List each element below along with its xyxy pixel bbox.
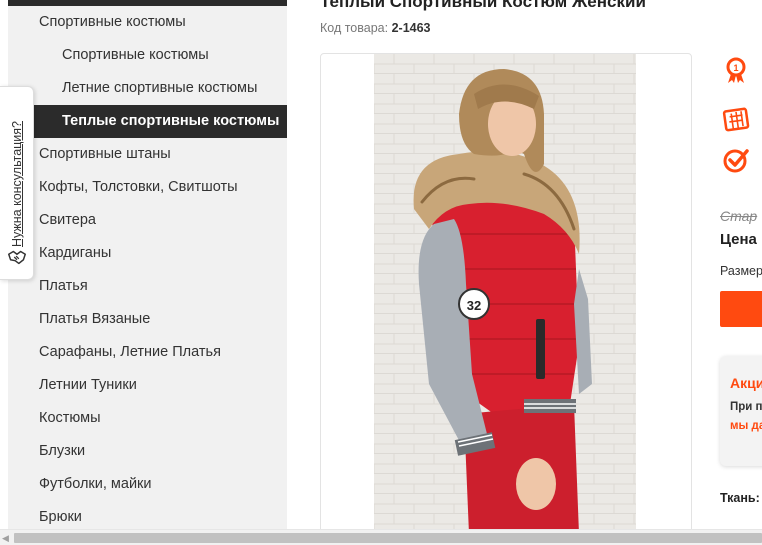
consultation-tab[interactable]: Нужна консультация? <box>0 86 34 280</box>
old-price: Стар <box>720 208 758 224</box>
promo-box: Акци При п мы да <box>720 356 762 466</box>
sidebar-item[interactable]: Летнии Туники <box>8 369 287 402</box>
sidebar-item[interactable]: Футболки, майки <box>8 468 287 501</box>
sku-value: 2-1463 <box>391 21 431 35</box>
product-photo[interactable]: 32 <box>374 54 636 532</box>
category-sidebar: Спортивные костюмы Спортивные костюмы Летн… <box>8 0 287 530</box>
sidebar-item[interactable]: Летние спортивные костюмы <box>8 72 287 105</box>
horizontal-scrollbar[interactable]: ◀ <box>0 529 762 545</box>
sidebar-item-active[interactable]: Теплые спортивные костюмы <box>33 105 287 138</box>
fabric-label: Ткань: <box>720 491 760 505</box>
sidebar-item[interactable]: Спортивные костюмы <box>8 39 287 72</box>
product-sku: Код товара: 2-1463 <box>320 21 431 35</box>
sidebar-item[interactable]: Кофты, Толстовки, Свитшоты <box>8 171 287 204</box>
sku-label: Код товара: <box>320 21 389 35</box>
checkmark-icon <box>723 149 749 173</box>
price-label: Цена <box>720 231 757 248</box>
product-title: Теплый Спортивный Костюм Женский <box>320 0 646 11</box>
product-photo-illustration: 32 <box>374 54 636 532</box>
sidebar-item[interactable]: Платья Вязаные <box>8 303 287 336</box>
handshake-icon <box>8 250 26 265</box>
promo-text: При п <box>730 401 762 413</box>
calendar-icon <box>722 107 750 132</box>
buy-button[interactable] <box>720 291 762 327</box>
sidebar-item[interactable]: Кардиганы <box>8 237 287 270</box>
promo-title: Акци <box>730 375 762 391</box>
scrollbar-thumb[interactable] <box>14 533 762 543</box>
sidebar-item[interactable]: Сарафаны, Летние Платья <box>8 336 287 369</box>
sidebar-item[interactable]: Костюмы <box>8 402 287 435</box>
svg-text:1: 1 <box>733 63 738 73</box>
sidebar-item[interactable]: Блузки <box>8 435 287 468</box>
sidebar-item[interactable]: Брюки <box>8 501 287 530</box>
sidebar-item[interactable]: Свитера <box>8 204 287 237</box>
product-image-frame[interactable]: 32 <box>320 53 692 533</box>
scroll-left-arrow-icon[interactable]: ◀ <box>2 533 9 544</box>
size-label: Размер <box>720 264 762 278</box>
award-icon: 1 <box>726 57 746 83</box>
sidebar-item[interactable]: Платья <box>8 270 287 303</box>
consultation-link[interactable]: Нужна консультация? <box>10 121 24 247</box>
promo-text-highlight: мы да <box>730 420 762 432</box>
sidebar-item[interactable]: Спортивные штаны <box>8 138 287 171</box>
sleeve-badge-number: 32 <box>467 298 481 313</box>
sidebar-item[interactable]: Спортивные костюмы <box>8 6 287 39</box>
